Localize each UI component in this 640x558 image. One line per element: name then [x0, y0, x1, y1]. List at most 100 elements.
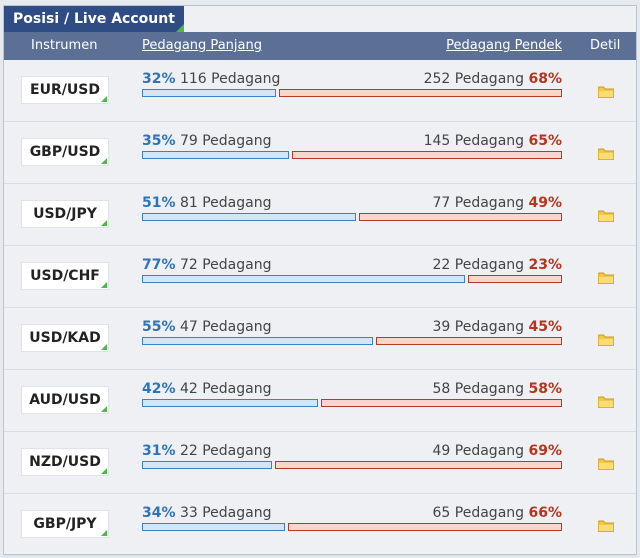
folder-icon[interactable]	[598, 520, 614, 532]
table-row: USD/CHF 77% 72 Pedagang 22 Pedagang 23%	[4, 246, 636, 308]
short-ratio-bar	[279, 89, 562, 97]
folder-icon[interactable]	[598, 210, 614, 222]
short-summary: 252 Pedagang 68%	[424, 71, 562, 87]
instrument-symbol[interactable]: EUR/USD	[21, 76, 109, 104]
table-row: GBP/JPY 34% 33 Pedagang 65 Pedagang 66%	[4, 494, 636, 556]
symbol-corner-marker	[101, 530, 107, 536]
instrument-symbol[interactable]: GBP/USD	[21, 138, 109, 166]
short-ratio-bar	[292, 151, 562, 159]
short-trader-count: 65 Pedagang	[432, 505, 525, 521]
long-summary: 51% 81 Pedagang	[142, 195, 271, 211]
short-summary: 39 Pedagang 45%	[433, 319, 562, 335]
short-trader-count: 22 Pedagang	[432, 257, 525, 273]
short-trader-count: 252 Pedagang	[423, 71, 525, 87]
short-percent: 49%	[528, 195, 562, 211]
instrument-symbol-label: USD/CHF	[30, 268, 100, 284]
short-percent: 68%	[528, 71, 562, 87]
positions-panel: Posisi / Live Account Instrumen Pedagang…	[3, 5, 637, 556]
short-trader-count: 145 Pedagang	[423, 133, 525, 149]
header-long-traders[interactable]: Pedagang Panjang	[142, 38, 262, 53]
long-summary: 55% 47 Pedagang	[142, 319, 271, 335]
long-ratio-bar	[142, 213, 356, 221]
table-row: USD/KAD 55% 47 Pedagang 39 Pedagang 45%	[4, 308, 636, 370]
long-summary: 32% 116 Pedagang	[142, 71, 280, 87]
short-summary: 77 Pedagang 49%	[433, 195, 562, 211]
table-row: NZD/USD 31% 22 Pedagang 49 Pedagang 69%	[4, 432, 636, 494]
short-summary: 22 Pedagang 23%	[433, 257, 562, 273]
folder-icon[interactable]	[598, 334, 614, 346]
table-header: Instrumen Pedagang Panjang Pedagang Pend…	[4, 32, 636, 60]
symbol-corner-marker	[101, 96, 107, 102]
long-summary: 42% 42 Pedagang	[142, 381, 271, 397]
short-trader-count: 39 Pedagang	[432, 319, 525, 335]
long-summary: 35% 79 Pedagang	[142, 133, 271, 149]
short-percent: 58%	[528, 381, 562, 397]
instrument-symbol-label: NZD/USD	[29, 454, 101, 470]
symbol-corner-marker	[101, 406, 107, 412]
instrument-symbol[interactable]: USD/CHF	[21, 262, 109, 290]
symbol-corner-marker	[101, 344, 107, 350]
instrument-symbol-label: GBP/JPY	[33, 516, 97, 532]
short-ratio-bar	[468, 275, 562, 283]
short-ratio-bar	[321, 399, 562, 407]
long-trader-count: 79 Pedagang	[179, 133, 272, 149]
long-percent: 35%	[142, 133, 176, 149]
tab-strip	[184, 6, 636, 32]
long-ratio-bar	[142, 399, 318, 407]
long-trader-count: 33 Pedagang	[179, 505, 272, 521]
positions-tab[interactable]: Posisi / Live Account	[4, 6, 184, 32]
long-trader-count: 22 Pedagang	[179, 443, 272, 459]
header-short-traders[interactable]: Pedagang Pendek	[446, 38, 562, 53]
instrument-symbol-label: GBP/USD	[29, 144, 101, 160]
long-ratio-bar	[142, 151, 289, 159]
long-summary: 31% 22 Pedagang	[142, 443, 271, 459]
symbol-corner-marker	[101, 220, 107, 226]
short-summary: 65 Pedagang 66%	[433, 505, 562, 521]
long-summary: 34% 33 Pedagang	[142, 505, 271, 521]
short-summary: 145 Pedagang 65%	[424, 133, 562, 149]
table-row: GBP/USD 35% 79 Pedagang 145 Pedagang 65%	[4, 122, 636, 184]
short-ratio-bar	[275, 461, 562, 469]
long-ratio-bar	[142, 337, 373, 345]
long-percent: 77%	[142, 257, 176, 273]
long-trader-count: 116 Pedagang	[179, 71, 281, 87]
short-ratio-bar	[376, 337, 562, 345]
short-percent: 65%	[528, 133, 562, 149]
long-percent: 55%	[142, 319, 176, 335]
long-percent: 34%	[142, 505, 176, 521]
short-percent: 45%	[528, 319, 562, 335]
long-ratio-bar	[142, 461, 272, 469]
long-ratio-bar	[142, 275, 465, 283]
instrument-symbol[interactable]: GBP/JPY	[21, 510, 109, 538]
folder-icon[interactable]	[598, 272, 614, 284]
instrument-symbol-label: USD/KAD	[29, 330, 101, 346]
table-row: AUD/USD 42% 42 Pedagang 58 Pedagang 58%	[4, 370, 636, 432]
short-ratio-bar	[288, 523, 562, 531]
folder-icon[interactable]	[598, 396, 614, 408]
short-ratio-bar	[359, 213, 562, 221]
long-trader-count: 47 Pedagang	[179, 319, 272, 335]
table-row: EUR/USD 32% 116 Pedagang 252 Pedagang 68…	[4, 60, 636, 122]
folder-icon[interactable]	[598, 86, 614, 98]
long-summary: 77% 72 Pedagang	[142, 257, 271, 273]
instrument-symbol[interactable]: NZD/USD	[21, 448, 109, 476]
long-trader-count: 42 Pedagang	[179, 381, 272, 397]
long-trader-count: 81 Pedagang	[179, 195, 272, 211]
short-percent: 66%	[528, 505, 562, 521]
instrument-symbol[interactable]: AUD/USD	[21, 386, 109, 414]
long-percent: 31%	[142, 443, 176, 459]
header-detail: Detil	[590, 38, 621, 53]
instrument-symbol-label: AUD/USD	[29, 392, 101, 408]
folder-icon[interactable]	[598, 458, 614, 470]
table-row: USD/JPY 51% 81 Pedagang 77 Pedagang 49%	[4, 184, 636, 246]
short-trader-count: 58 Pedagang	[432, 381, 525, 397]
instrument-symbol-label: EUR/USD	[30, 82, 100, 98]
instrument-symbol[interactable]: USD/JPY	[21, 200, 109, 228]
instrument-symbol[interactable]: USD/KAD	[21, 324, 109, 352]
short-summary: 58 Pedagang 58%	[433, 381, 562, 397]
tab-corner-marker	[176, 24, 184, 32]
short-trader-count: 77 Pedagang	[432, 195, 525, 211]
symbol-corner-marker	[101, 158, 107, 164]
long-ratio-bar	[142, 89, 276, 97]
folder-icon[interactable]	[598, 148, 614, 160]
